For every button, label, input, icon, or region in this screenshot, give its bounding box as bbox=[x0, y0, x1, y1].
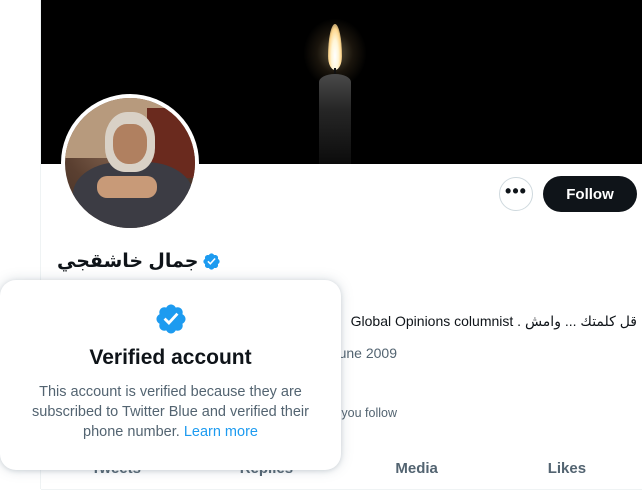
avatar-hands bbox=[97, 176, 157, 198]
avatar-face bbox=[113, 124, 147, 164]
more-options-button[interactable]: ••• bbox=[499, 177, 533, 211]
learn-more-link[interactable]: Learn more bbox=[184, 424, 258, 440]
more-options-icon: ••• bbox=[505, 181, 527, 201]
display-name-row: جمال خاشقجي bbox=[57, 248, 221, 274]
tab-media[interactable]: Media bbox=[342, 448, 492, 489]
candle-body bbox=[319, 74, 351, 164]
display-name: جمال خاشقجي bbox=[57, 250, 199, 272]
verified-popover: Verified account This account is verifie… bbox=[0, 280, 341, 470]
verified-badge-icon bbox=[155, 304, 186, 334]
profile-avatar[interactable] bbox=[61, 94, 199, 232]
follow-button[interactable]: Follow bbox=[543, 176, 637, 212]
popover-title: Verified account bbox=[89, 346, 252, 369]
avatar-photo bbox=[65, 98, 195, 228]
tab-likes[interactable]: Likes bbox=[492, 448, 642, 489]
popover-body: This account is verified because they ar… bbox=[18, 382, 323, 442]
popover-description: This account is verified because they ar… bbox=[32, 384, 309, 440]
verified-badge-icon[interactable] bbox=[202, 252, 221, 271]
